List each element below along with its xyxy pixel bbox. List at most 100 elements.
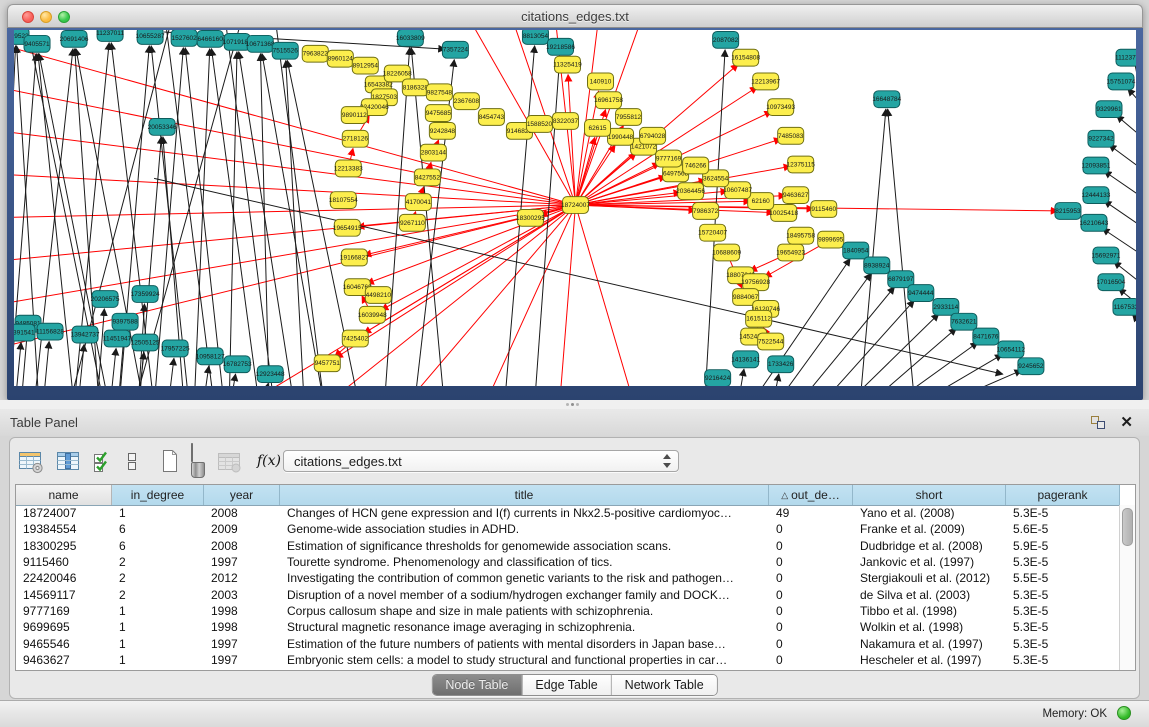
tab-edge-table[interactable]: Edge Table (521, 675, 610, 695)
column-header-in_degree[interactable]: in_degree (112, 485, 204, 505)
graph-edge[interactable] (260, 54, 269, 386)
graph-node[interactable]: 9267110 (399, 214, 425, 231)
graph-node[interactable]: 9245652 (1018, 358, 1044, 375)
graph-edge[interactable] (738, 369, 744, 386)
graph-node[interactable]: 8960124 (327, 50, 353, 67)
graph-edge[interactable] (203, 366, 209, 386)
graph-node[interactable]: 16782753 (223, 356, 252, 373)
graph-node[interactable]: 14136141 (731, 351, 760, 368)
graph-node[interactable]: 746266 (683, 157, 709, 174)
column-header-pagerank[interactable]: pagerank (1006, 485, 1120, 505)
graph-node[interactable]: 8427552 (414, 169, 440, 186)
graph-edge[interactable] (888, 109, 915, 386)
graph-node[interactable]: 2803144 (420, 144, 446, 161)
graph-node[interactable]: 10958127 (196, 348, 225, 365)
column-header-year[interactable]: year (204, 485, 280, 505)
graph-node[interactable]: 7963822 (302, 45, 328, 62)
table-row[interactable]: 946362711997Embryonic stem cells: a mode… (16, 652, 1120, 668)
table-row[interactable]: 911546021997Tourette syndrome. Phenomeno… (16, 554, 1120, 570)
graph-node[interactable]: 8186328 (402, 79, 428, 96)
graph-node[interactable]: 8912954 (352, 57, 378, 74)
graph-node[interactable]: 1167533 (1113, 298, 1136, 315)
vertical-scrollbar[interactable] (1119, 505, 1135, 670)
graph-node[interactable]: 15751074 (1107, 73, 1136, 90)
graph-node[interactable]: 13942737 (71, 326, 100, 343)
graph-node[interactable]: 1615112 (746, 310, 772, 327)
graph-edge[interactable] (110, 348, 116, 386)
graph-node[interactable]: 1527602 (171, 30, 197, 46)
graph-node[interactable]: 9227342 (1088, 130, 1114, 147)
graph-node[interactable]: 18495758 (786, 227, 815, 244)
show-columns-button[interactable] (55, 449, 81, 474)
graph-node[interactable]: 9463627 (783, 187, 809, 204)
graph-node[interactable]: 18300295 (516, 209, 545, 226)
graph-edge[interactable] (1117, 116, 1136, 157)
float-window-icon[interactable] (1091, 416, 1105, 429)
graph-node[interactable]: 1588520 (526, 116, 552, 133)
close-panel-icon[interactable]: ✕ (1120, 413, 1133, 431)
graph-node[interactable]: 10973493 (766, 99, 795, 116)
graph-node[interactable]: 12375115 (786, 156, 815, 173)
graph-node[interactable]: 11451947 (103, 330, 132, 347)
column-header-out_degree[interactable]: △out_de… (769, 485, 853, 505)
graph-node[interactable]: 20364456 (676, 183, 705, 200)
graph-node[interactable]: 11325419 (553, 56, 582, 73)
graph-edge[interactable] (915, 354, 1002, 386)
graph-node[interactable]: 12213383 (334, 160, 363, 177)
graph-node[interactable]: 1840954 (843, 242, 869, 259)
select-all-button[interactable] (92, 449, 114, 474)
graph-node[interactable]: 9899695 (818, 231, 844, 248)
graph-node[interactable]: 4170041 (405, 194, 431, 211)
graph-edge[interactable] (867, 328, 957, 386)
graph-node[interactable]: 12923448 (256, 366, 285, 383)
graph-edge[interactable] (43, 341, 49, 386)
graph-node[interactable]: 8938924 (864, 257, 890, 274)
graph-node[interactable]: 11123720 (1115, 49, 1136, 66)
graph-node[interactable]: 20691406 (60, 30, 89, 47)
graph-node[interactable]: 16033809 (396, 30, 425, 46)
graph-node[interactable]: 9827548 (426, 84, 452, 101)
graph-node[interactable]: 1990448 (608, 128, 634, 145)
graph-node[interactable]: 11237011 (96, 30, 124, 41)
graph-node[interactable]: 16039948 (358, 306, 387, 323)
table-row[interactable]: 1938455462009Genome-wide association stu… (16, 521, 1120, 537)
graph-edge[interactable] (14, 84, 576, 205)
graph-edge[interactable] (1104, 201, 1136, 243)
graph-node[interactable]: 19654915 (333, 219, 362, 236)
window-titlebar[interactable]: citations_edges.txt (7, 4, 1143, 28)
graph-edge[interactable] (576, 205, 635, 386)
graph-node[interactable]: 19166827 (340, 249, 369, 266)
graph-node[interactable]: 7986372 (693, 203, 719, 220)
graph-edge[interactable] (559, 205, 575, 386)
graph-node[interactable]: 11156828 (36, 323, 64, 340)
network-canvas[interactable]: 1872400798195229405571206914061123701110… (14, 30, 1136, 386)
graph-node[interactable]: 10671368 (246, 35, 275, 52)
graph-node[interactable]: 140910 (588, 73, 614, 90)
split-pane-divider[interactable] (0, 400, 1149, 409)
graph-edge[interactable] (845, 314, 939, 386)
graph-node[interactable]: 9115460 (811, 201, 837, 218)
graph-node[interactable]: 1733426 (768, 356, 794, 373)
column-header-short[interactable]: short (853, 485, 1006, 505)
table-row[interactable]: 1456911722003Disruption of a novel membe… (16, 586, 1120, 602)
table-row[interactable]: 977716911998Corpus callosum shape and si… (16, 603, 1120, 619)
graph-edge[interactable] (576, 30, 600, 205)
graph-node[interactable]: 4498210 (365, 287, 391, 304)
graph-node[interactable]: 7632621 (951, 313, 977, 330)
graph-node[interactable]: 20053346 (148, 119, 177, 136)
graph-node[interactable]: 9777169 (656, 150, 682, 167)
delete-columns-button[interactable] (191, 444, 205, 478)
graph-edge[interactable] (404, 205, 575, 386)
graph-node[interactable]: 15692971 (1092, 247, 1121, 264)
graph-node[interactable]: 17957225 (161, 340, 190, 357)
graph-node[interactable]: 16210643 (1080, 214, 1109, 231)
graph-node[interactable]: 17016504 (1097, 274, 1126, 291)
graph-node[interactable]: 7425402 (342, 330, 368, 347)
graph-node[interactable]: 12444133 (1082, 187, 1111, 204)
graph-node[interactable]: 10654112 (997, 341, 1026, 358)
graph-node[interactable]: 9242848 (429, 122, 455, 139)
graph-node[interactable]: 12213967 (751, 73, 780, 90)
function-builder-button[interactable]: f(x) (253, 453, 281, 469)
graph-node[interactable]: 12093851 (1082, 157, 1111, 174)
table-row[interactable]: 1872400712008Changes of HCN gene express… (16, 505, 1120, 521)
